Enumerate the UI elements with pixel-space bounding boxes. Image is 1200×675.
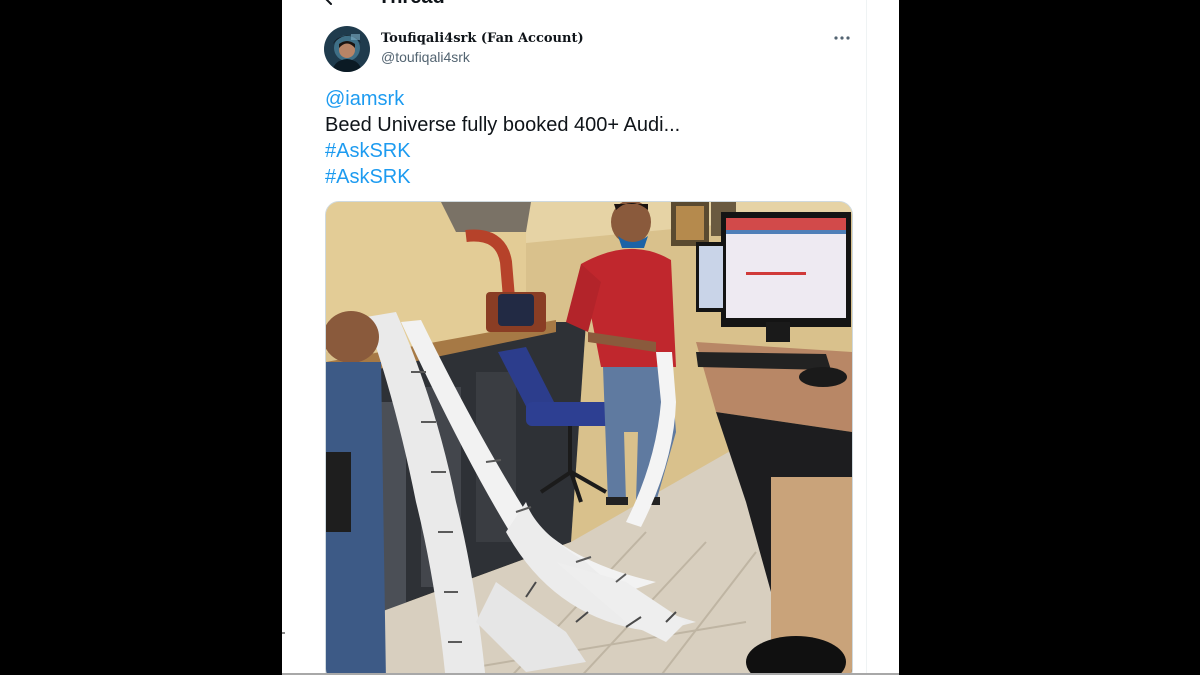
hashtag-link[interactable]: #AskSRK (325, 138, 865, 164)
thread-panel: Thread Toufiqali4srk (Fan Account) @touf… (282, 0, 899, 675)
tweet-text: @iamsrk Beed Universe fully booked 400+ … (325, 86, 865, 190)
tweet-body: Beed Universe fully booked 400+ Audi... (325, 114, 681, 136)
tweet-media-photo[interactable] (325, 201, 853, 675)
mention-link[interactable]: @iamsrk (325, 86, 865, 112)
hashtag-link[interactable]: #AskSRK (325, 164, 865, 190)
display-name[interactable]: Toufiqali4srk (Fan Account) (381, 31, 584, 46)
more-horizontal-icon (834, 36, 850, 40)
stray-mark (282, 632, 285, 634)
avatar[interactable] (324, 26, 370, 72)
panel-divider (866, 0, 867, 675)
back-arrow-icon[interactable] (320, 0, 340, 8)
page-title: Thread (378, 0, 445, 9)
user-handle[interactable]: @toufiqali4srk (381, 49, 470, 65)
more-options-button[interactable] (828, 26, 856, 50)
thread-header: Thread (282, 0, 899, 14)
